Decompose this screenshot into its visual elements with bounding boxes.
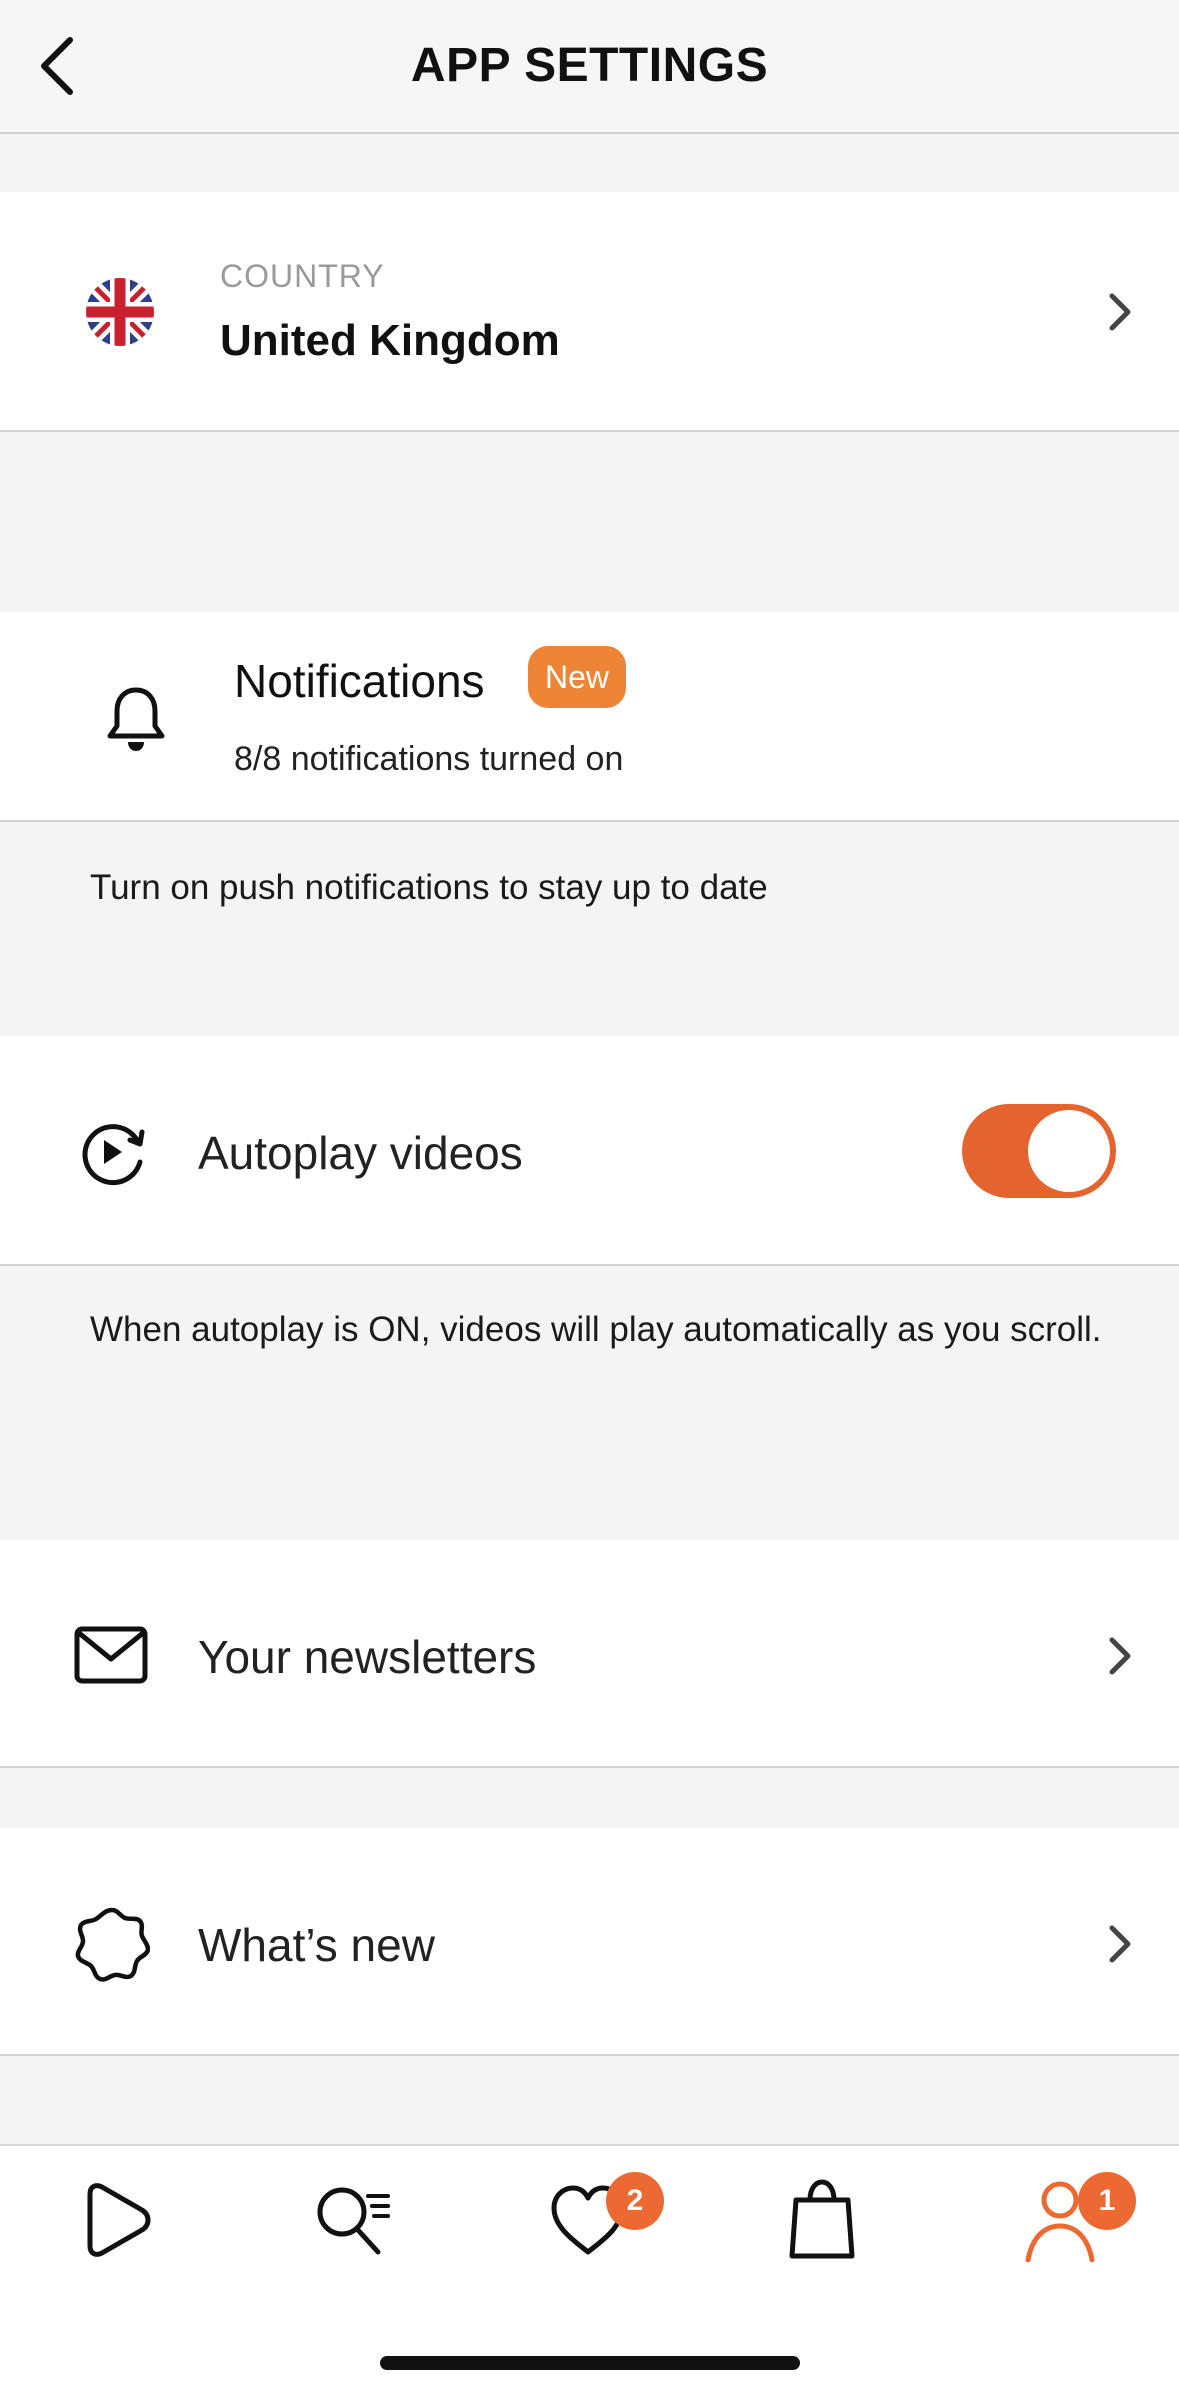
autoplay-icon — [82, 1124, 145, 1186]
whats-new-label: What’s new — [198, 1919, 435, 1971]
newsletters-row[interactable] — [0, 1540, 1179, 1768]
saved-count-badge: 2 — [606, 2172, 664, 2230]
nav-bag[interactable] — [782, 2178, 862, 2262]
home-indicator[interactable] — [380, 2356, 800, 2370]
uk-flag-icon — [86, 278, 154, 346]
chevron-right-icon — [1109, 293, 1131, 331]
chevron-right-icon — [1109, 1637, 1131, 1675]
autoplay-toggle[interactable] — [962, 1104, 1116, 1198]
country-value: United Kingdom — [220, 316, 560, 365]
country-label: COUNTRY — [220, 258, 385, 294]
toggle-knob — [1028, 1110, 1110, 1192]
starburst-icon — [75, 1907, 150, 1982]
search-icon — [317, 2187, 390, 2255]
notifications-row[interactable] — [0, 612, 1179, 822]
whats-new-row[interactable] — [0, 1828, 1179, 2056]
notifications-info: Turn on push notifications to stay up to… — [90, 868, 768, 907]
notifications-status: 8/8 notifications turned on — [234, 740, 624, 778]
nav-profile[interactable]: 1 — [1020, 2172, 1136, 2263]
notifications-title: Notifications — [234, 655, 485, 707]
page-title: APP SETTINGS — [410, 39, 769, 92]
nav-search[interactable] — [312, 2178, 392, 2262]
autoplay-info: When autoplay is ON, videos will play au… — [90, 1310, 1102, 1349]
autoplay-label: Autoplay videos — [198, 1127, 523, 1179]
play-icon — [87, 2183, 151, 2257]
nav-saved[interactable]: 2 — [548, 2172, 664, 2262]
chevron-right-icon — [1109, 1925, 1131, 1963]
nav-play[interactable] — [78, 2178, 158, 2262]
envelope-icon — [74, 1626, 148, 1684]
profile-count-badge: 1 — [1078, 2172, 1136, 2230]
newsletters-label: Your newsletters — [198, 1631, 537, 1683]
bell-icon — [107, 687, 165, 751]
country-selector[interactable] — [0, 192, 1179, 432]
bag-icon — [789, 2179, 855, 2259]
header-bar: APP SETTINGS — [0, 0, 1179, 134]
new-badge: New — [528, 646, 626, 708]
